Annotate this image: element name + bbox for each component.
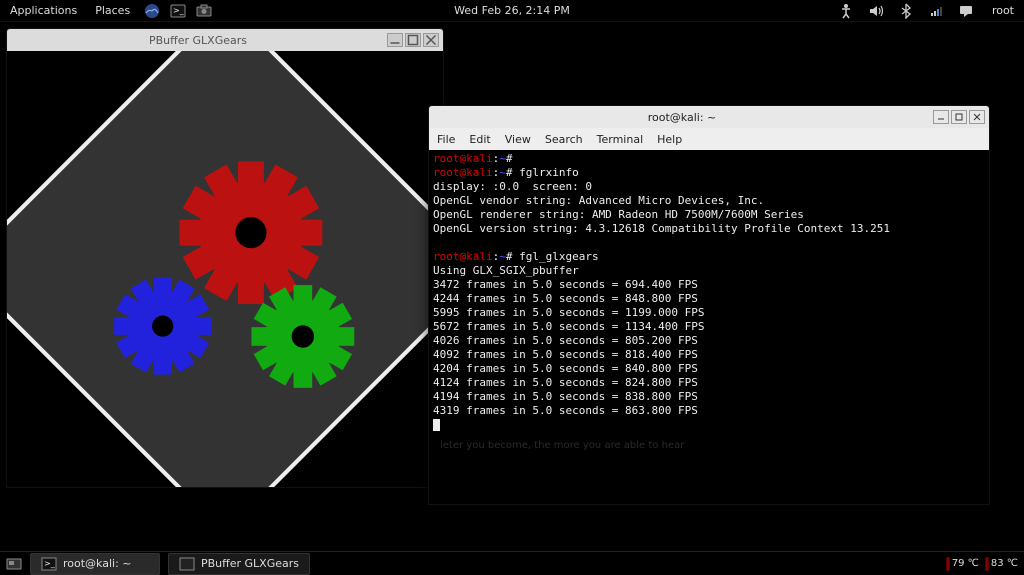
- places-menu[interactable]: Places: [91, 2, 134, 19]
- menu-help[interactable]: Help: [657, 133, 682, 146]
- gears-canvas: [7, 51, 443, 487]
- menu-edit[interactable]: Edit: [469, 133, 490, 146]
- terminal-icon: >_: [41, 556, 57, 572]
- close-button[interactable]: [969, 110, 985, 124]
- glxgears-titlebar[interactable]: PBuffer GLXGears: [7, 29, 443, 51]
- svg-text:>_: >_: [44, 559, 56, 568]
- user-menu[interactable]: root: [988, 2, 1018, 19]
- minimize-button[interactable]: [387, 33, 403, 47]
- bottom-panel: >_ root@kali: ~ PBuffer GLXGears 79 ℃ 83…: [0, 551, 1024, 575]
- top-panel: Applications Places >_ Wed Feb 26, 2:14 …: [0, 0, 1024, 22]
- task-terminal[interactable]: >_ root@kali: ~: [30, 553, 160, 575]
- temperature-applet[interactable]: 79 ℃ 83 ℃: [946, 557, 1018, 571]
- glxgears-title: PBuffer GLXGears: [11, 34, 385, 47]
- show-desktop-icon[interactable]: [6, 556, 22, 572]
- window-icon: [179, 556, 195, 572]
- temp-bar-icon: [946, 557, 950, 571]
- terminal-titlebar[interactable]: root@kali: ~: [429, 106, 989, 128]
- svg-text:>_: >_: [173, 6, 185, 15]
- wallpaper-text: ieter you become, the more you are able …: [440, 440, 684, 451]
- glxgears-window: PBuffer GLXGears: [6, 28, 444, 488]
- task-glxgears[interactable]: PBuffer GLXGears: [168, 553, 310, 575]
- bluetooth-icon[interactable]: [898, 3, 914, 19]
- maximize-button[interactable]: [405, 33, 421, 47]
- terminal-menubar: File Edit View Search Terminal Help: [429, 128, 989, 150]
- volume-icon[interactable]: [868, 3, 884, 19]
- task-glxgears-label: PBuffer GLXGears: [201, 557, 299, 570]
- temp2-value: 83 ℃: [991, 558, 1018, 569]
- clock[interactable]: Wed Feb 26, 2:14 PM: [450, 2, 574, 19]
- menu-terminal[interactable]: Terminal: [597, 133, 644, 146]
- screenshot-launcher-icon[interactable]: [196, 3, 212, 19]
- minimize-button[interactable]: [933, 110, 949, 124]
- temp-bar-icon: [985, 557, 989, 571]
- terminal-launcher-icon[interactable]: >_: [170, 3, 186, 19]
- menu-view[interactable]: View: [505, 133, 531, 146]
- maximize-button[interactable]: [951, 110, 967, 124]
- close-button[interactable]: [423, 33, 439, 47]
- terminal-title: root@kali: ~: [433, 111, 931, 124]
- network-icon[interactable]: [928, 3, 944, 19]
- task-terminal-label: root@kali: ~: [63, 557, 132, 570]
- accessibility-icon[interactable]: [838, 3, 854, 19]
- chat-icon[interactable]: [958, 3, 974, 19]
- menu-file[interactable]: File: [437, 133, 455, 146]
- temp1-value: 79 ℃: [952, 558, 979, 569]
- iceweasel-launcher-icon[interactable]: [144, 3, 160, 19]
- applications-menu[interactable]: Applications: [6, 2, 81, 19]
- menu-search[interactable]: Search: [545, 133, 583, 146]
